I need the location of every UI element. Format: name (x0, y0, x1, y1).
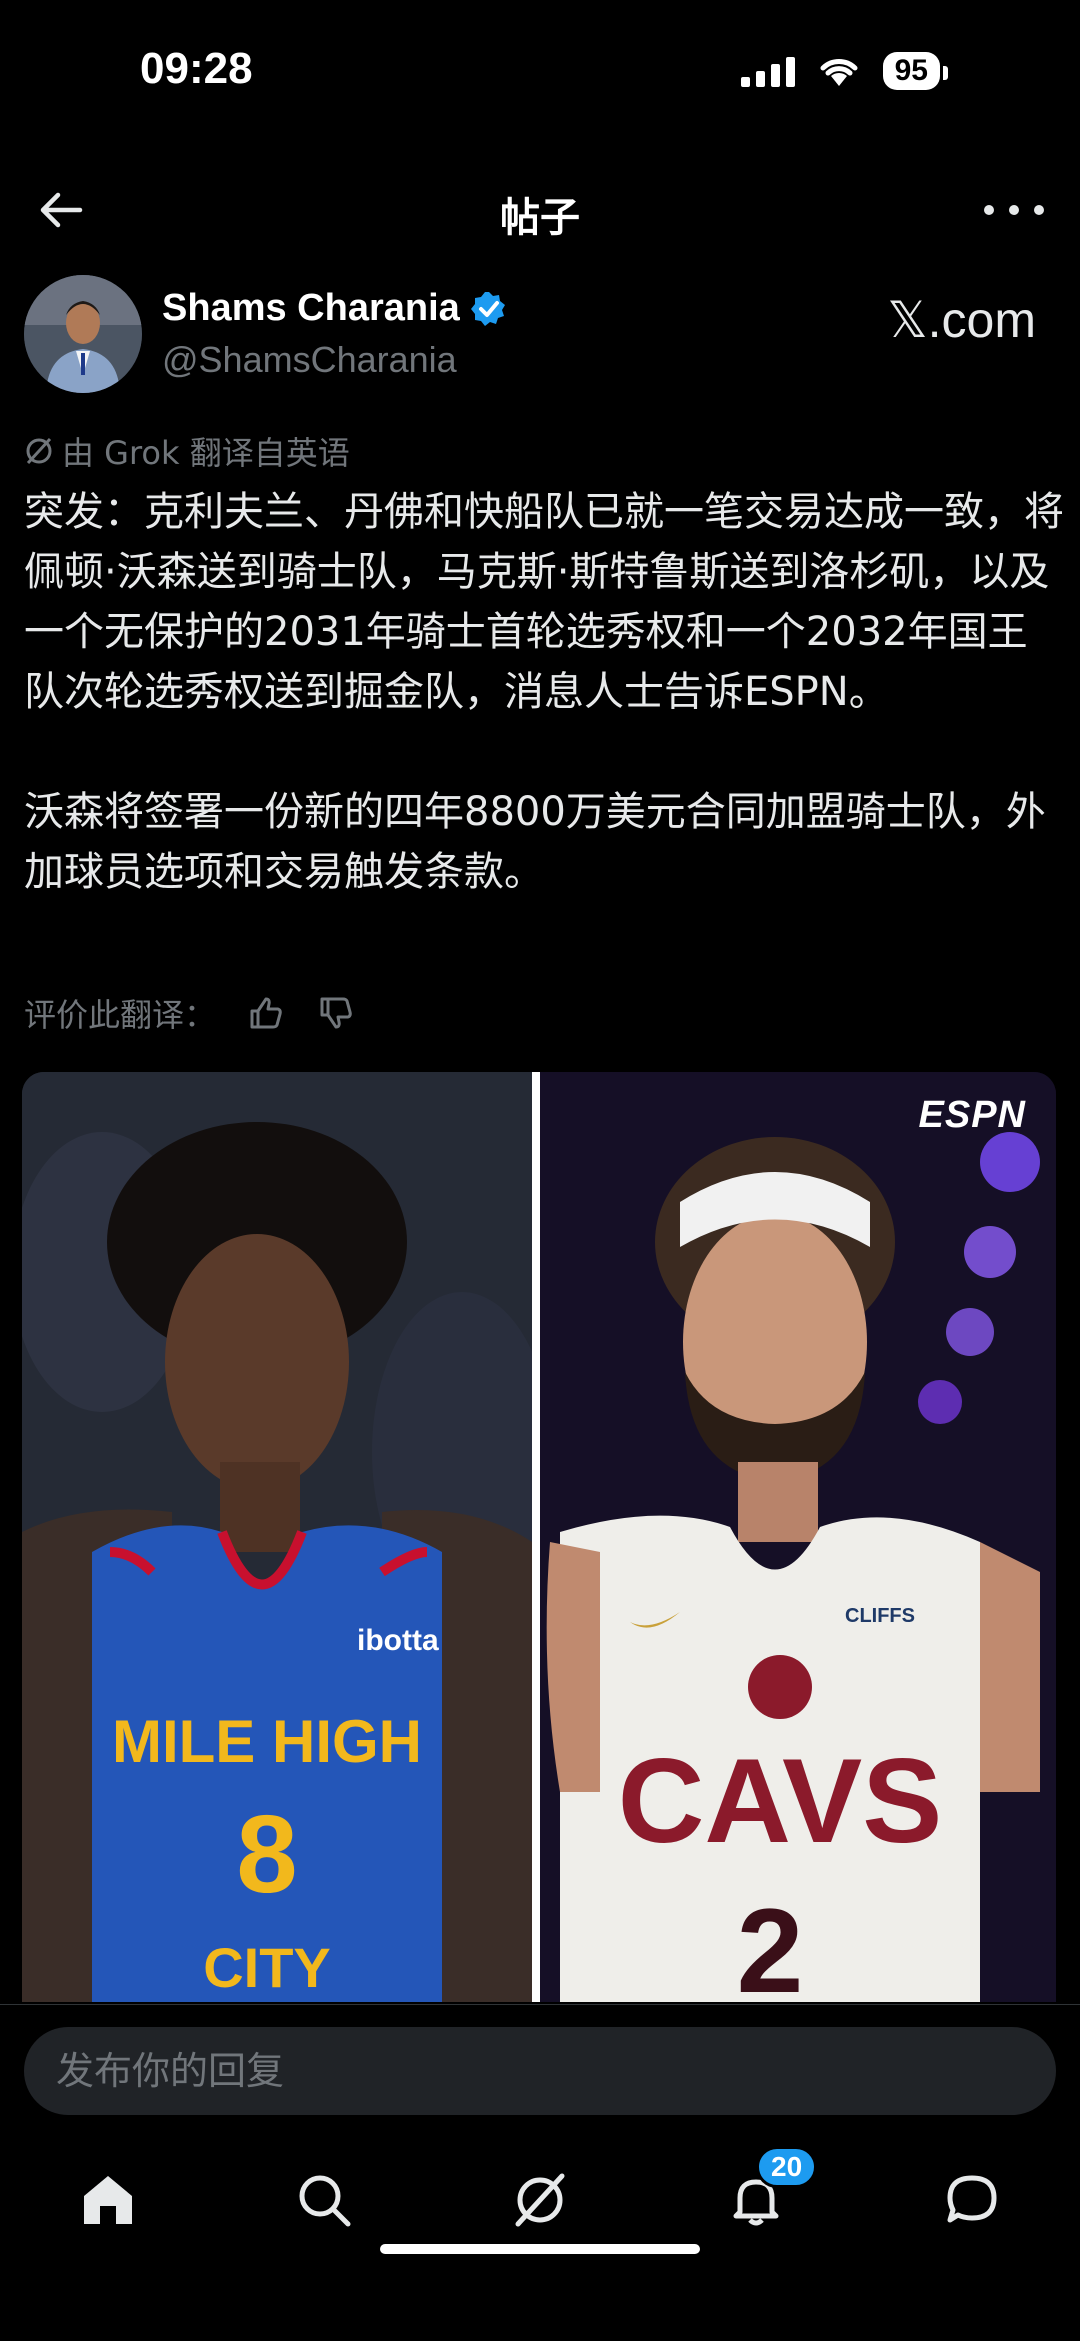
left-jersey-text-bottom: CITY (203, 1936, 331, 1999)
left-player-photo: ibotta MILE HIGH 8 CITY (22, 1072, 532, 2002)
rate-translation-label: 评价此翻译： (24, 996, 217, 1034)
status-bar: 09:28 95 (0, 0, 1080, 150)
more-options-icon[interactable] (984, 185, 1044, 235)
rate-translation: 评价此翻译： (24, 990, 356, 1036)
author-name-text: Shams Charania (162, 287, 460, 329)
cellular-signal-icon (740, 55, 795, 87)
thumbs-up-icon[interactable] (246, 993, 286, 1033)
avatar[interactable] (24, 275, 142, 393)
nav-home[interactable] (68, 2160, 148, 2240)
search-icon (299, 2175, 351, 2227)
nav-grok[interactable] (500, 2160, 580, 2240)
grok-icon (26, 437, 52, 465)
home-icon (84, 2176, 132, 2224)
author-name[interactable]: Shams Charania (162, 287, 508, 330)
author-handle[interactable]: @ShamsCharania (162, 339, 457, 381)
reply-bar: 发布你的回复 (0, 2004, 1080, 2135)
nav-messages[interactable] (932, 2160, 1012, 2240)
wifi-icon (820, 59, 858, 86)
right-jersey-number: 2 (737, 1884, 804, 2002)
right-sponsor-text: CLIFFS (845, 1605, 915, 1627)
page-title: 帖子 (500, 195, 580, 241)
right-jersey-text: CAVS (618, 1734, 943, 1868)
x-com-logo: 𝕏.com (887, 292, 1036, 348)
left-jersey-text-top: MILE HIGH (112, 1708, 422, 1775)
post-author: Shams Charania @ShamsCharania 𝕏.com (24, 275, 1056, 400)
nav-search[interactable] (284, 2160, 364, 2240)
bottom-nav: 20 (0, 2146, 1080, 2270)
notifications-badge: 20 (756, 2146, 818, 2188)
chat-bubble-icon (947, 2175, 997, 2223)
home-indicator (380, 2244, 700, 2254)
image-divider (532, 1072, 540, 2002)
left-sponsor-text: ibotta (357, 1624, 439, 1657)
status-time: 09:28 (140, 44, 253, 93)
nav-notifications[interactable]: 20 (716, 2146, 818, 2240)
post-image[interactable]: ibotta MILE HIGH 8 CITY CLIFFS CAVS 2 ES… (22, 1072, 1056, 2002)
battery-indicator: 95 (882, 52, 949, 90)
top-bar: 帖子 (0, 165, 1080, 255)
espn-watermark: ESPN (918, 1094, 1026, 1136)
status-icons: 95 (740, 52, 949, 90)
translation-note-text: 由 Grok 翻译自英语 (62, 434, 350, 472)
post-text: 突发：克利夫兰、丹佛和快船队已就一笔交易达成一致，将佩顿·沃森送到骑士队，马克斯… (24, 489, 1064, 895)
grok-icon (515, 2173, 565, 2227)
right-player-photo: CLIFFS CAVS 2 ESPN (540, 1072, 1056, 2002)
translation-note: 由 Grok 翻译自英语 (24, 428, 350, 474)
verified-badge-icon (470, 291, 505, 326)
left-jersey-number: 8 (236, 1793, 297, 1916)
thumbs-down-icon[interactable] (316, 993, 356, 1033)
reply-input[interactable]: 发布你的回复 (24, 2027, 1056, 2115)
